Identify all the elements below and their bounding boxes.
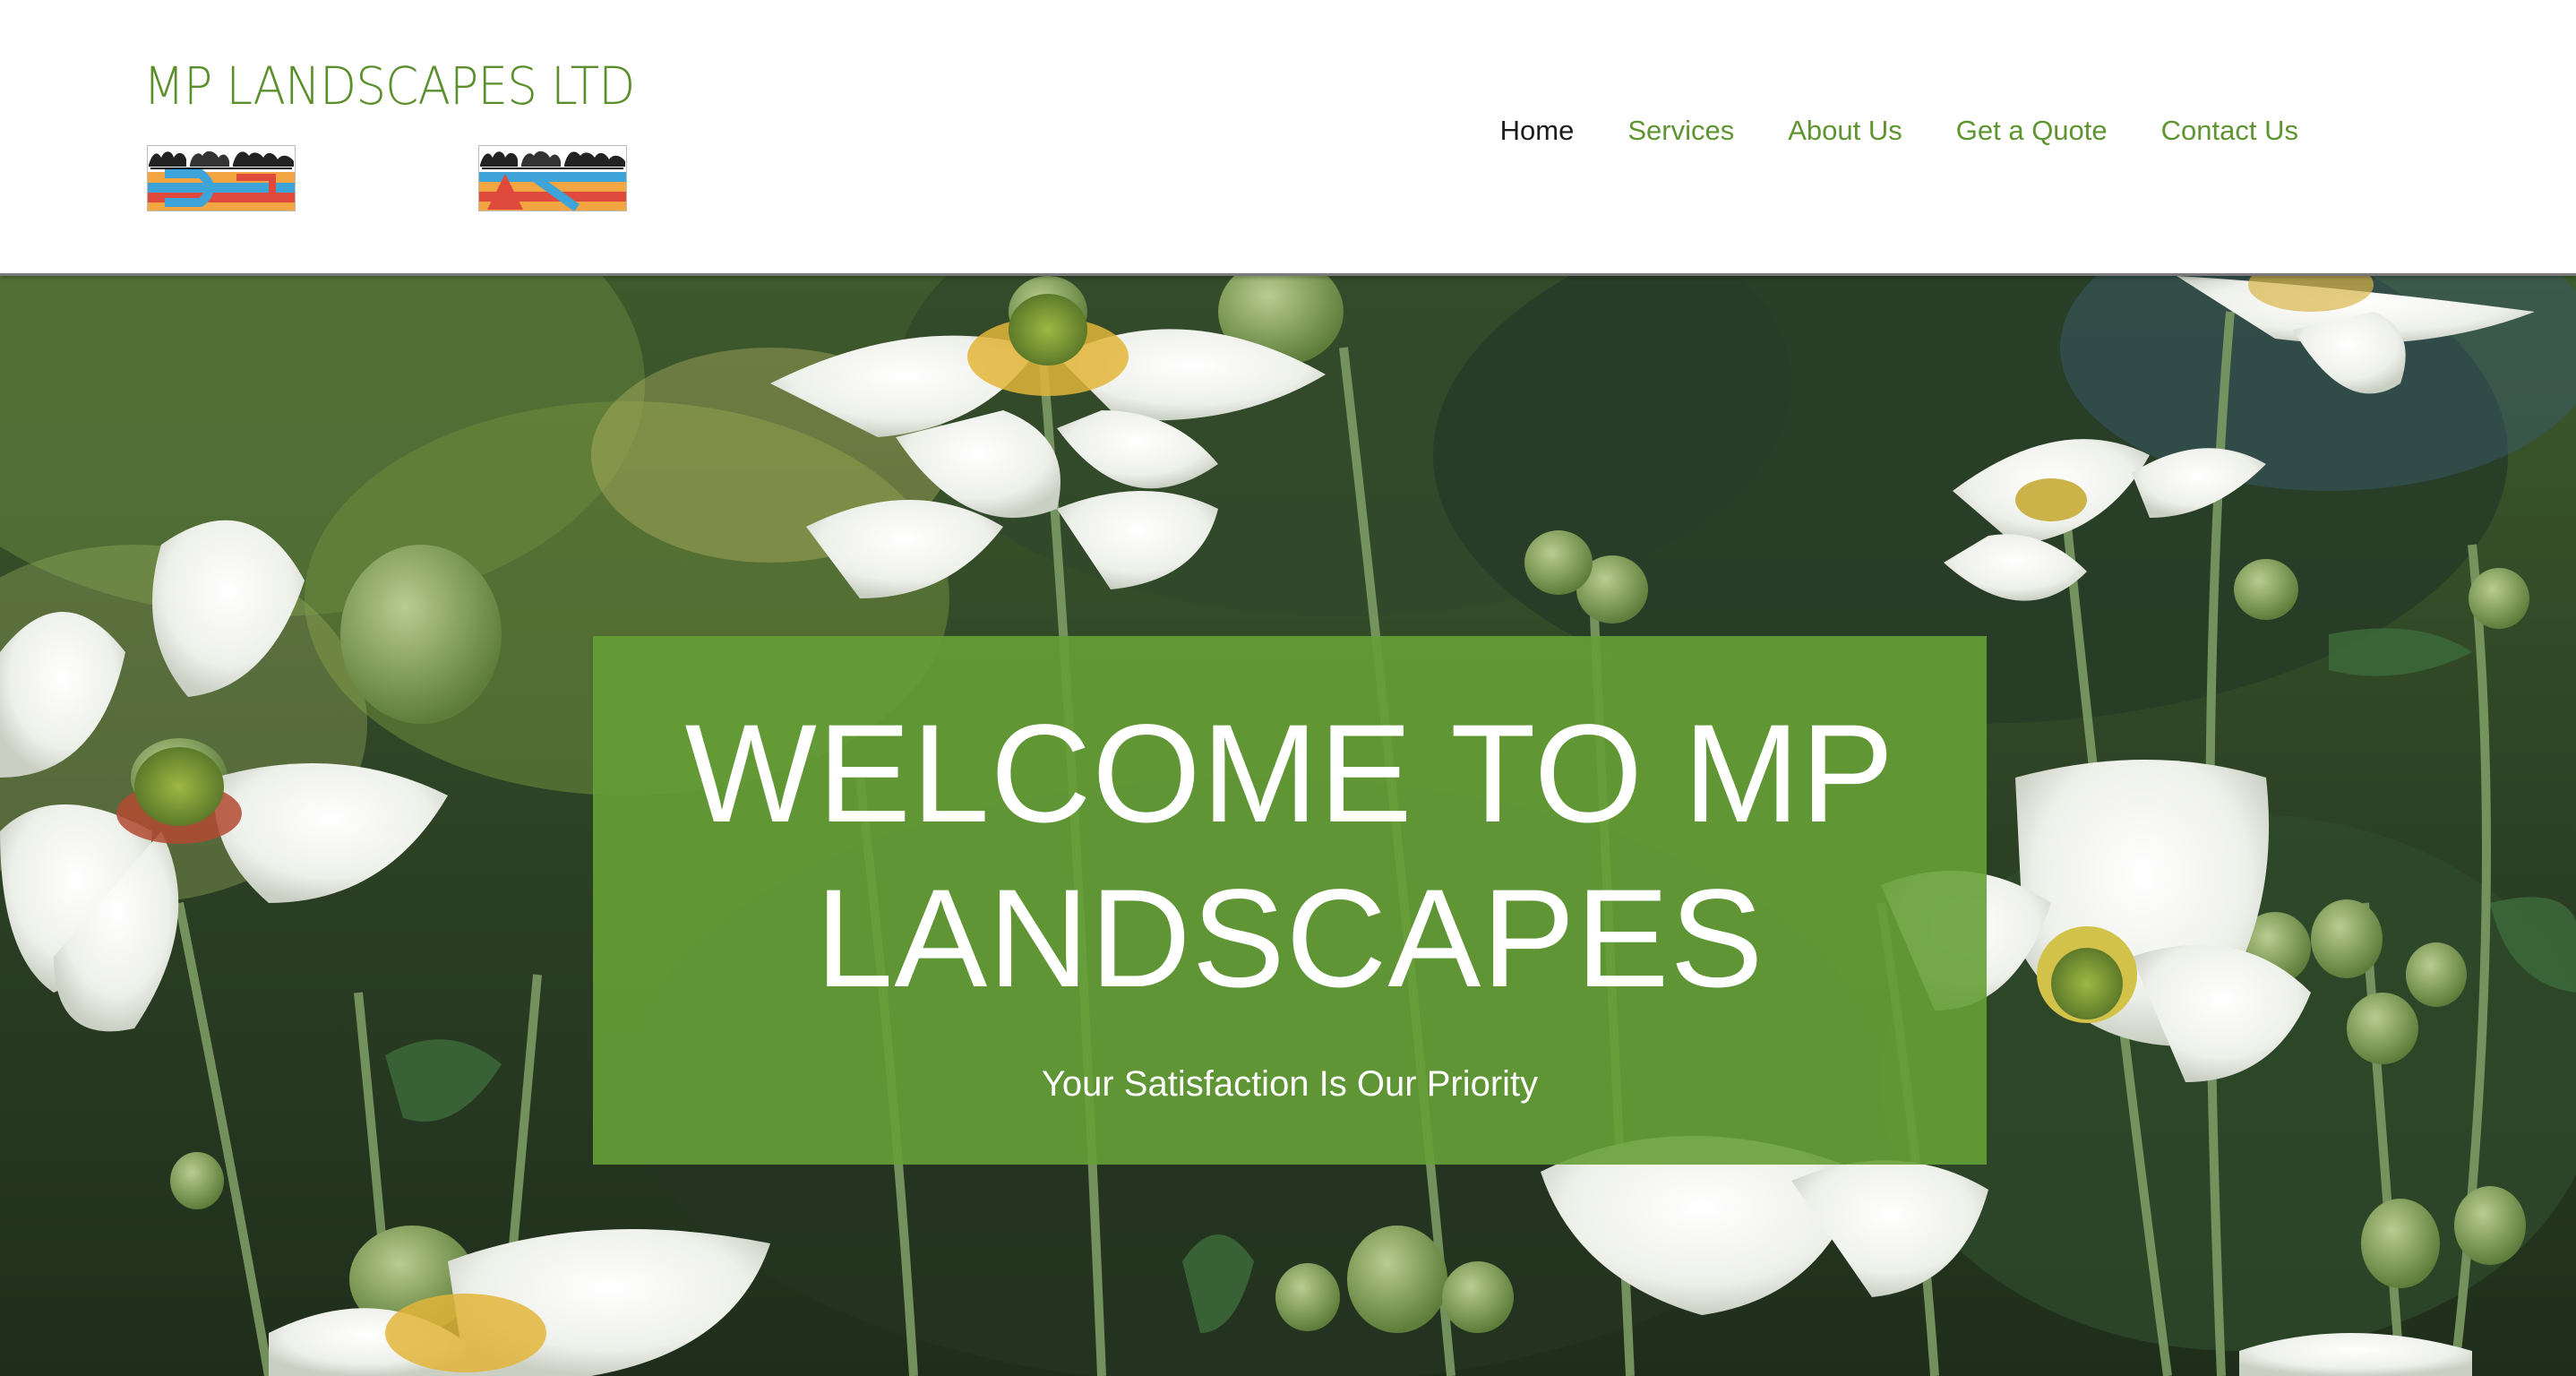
welcome-title: WELCOME TO MP LANDSCAPES: [684, 696, 1895, 1017]
main-nav: Home Services About Us Get a Quote Conta…: [1500, 115, 2298, 147]
landscape-logo-icon: [147, 145, 296, 211]
nav-get-a-quote[interactable]: Get a Quote: [1956, 115, 2108, 147]
nav-home[interactable]: Home: [1500, 115, 1575, 147]
site-header: MP LANDSCAPES LTD Home Services About Us…: [0, 0, 2576, 276]
welcome-subtitle: Your Satisfaction Is Our Priority: [1041, 1064, 1539, 1104]
brand-name[interactable]: MP LANDSCAPES LTD: [143, 56, 635, 116]
nav-services[interactable]: Services: [1627, 115, 1734, 147]
welcome-banner: WELCOME TO MP LANDSCAPES Your Satisfacti…: [593, 636, 1987, 1165]
nav-contact-us[interactable]: Contact Us: [2161, 115, 2298, 147]
hero-section: WELCOME TO MP LANDSCAPES Your Satisfacti…: [0, 276, 2576, 1376]
landscape-logo-icon: [478, 145, 627, 211]
nav-about-us[interactable]: About Us: [1788, 115, 1902, 147]
